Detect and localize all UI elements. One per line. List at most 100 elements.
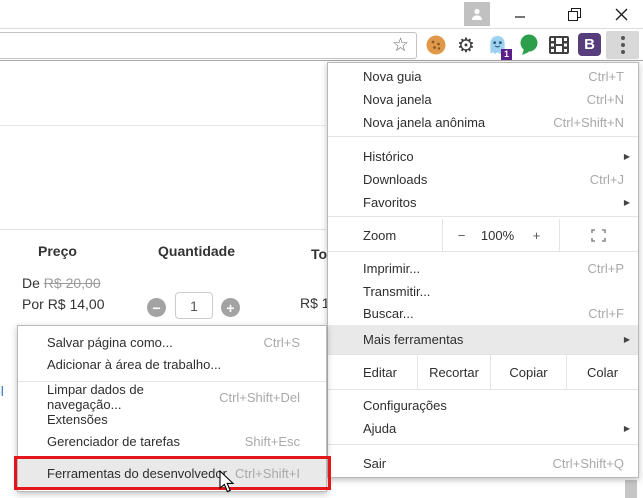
column-header-price: Preço	[38, 243, 77, 259]
menu-separator	[328, 136, 638, 137]
zoom-label: Zoom	[328, 219, 442, 251]
quantity-increase-button[interactable]: +	[221, 298, 240, 317]
menu-item-label: Nova janela	[363, 92, 432, 107]
cookie-icon	[425, 34, 447, 56]
column-header-total-truncated: To	[311, 246, 327, 262]
menu-shortcut: Ctrl+Shift+N	[553, 115, 624, 130]
cut-button[interactable]: Recortar	[418, 355, 491, 389]
price-old-prefix: De	[22, 275, 40, 291]
menu-dots-icon	[621, 43, 625, 47]
price-new-value: R$ 14,00	[48, 296, 105, 312]
total-price-fragment: R$ 1	[300, 295, 330, 311]
gear-extension-icon[interactable]: ⚙	[454, 33, 478, 57]
menu-item-label: Ajuda	[363, 421, 396, 436]
menu-item-label: Nova janela anônima	[363, 115, 485, 130]
page-scrollbar[interactable]	[625, 480, 637, 498]
menu-separator	[328, 444, 638, 445]
submenu-arrow-icon: ▶	[624, 198, 630, 207]
balloon-icon	[519, 34, 539, 56]
menu-item-nova-janela-anonima[interactable]: Nova janela anônima Ctrl+Shift+N	[328, 111, 638, 134]
menu-item-nova-janela[interactable]: Nova janela Ctrl+N	[328, 88, 638, 111]
person-icon	[470, 7, 484, 21]
ghost-extension-icon[interactable]: 1	[485, 33, 509, 57]
menu-shortcut: Ctrl+J	[590, 172, 624, 187]
link-text-fragment: ol	[0, 383, 4, 399]
menu-shortcut: Ctrl+T	[588, 69, 624, 84]
restore-icon	[568, 8, 581, 21]
paste-button[interactable]: Colar	[567, 355, 638, 389]
menu-item-nova-guia[interactable]: Nova guiaCtrl+T	[328, 65, 638, 88]
zoom-in-button[interactable]: +	[515, 219, 559, 251]
address-bar[interactable]: ☆	[0, 32, 417, 59]
close-button[interactable]	[604, 2, 638, 27]
menu-item-label: Imprimir...	[363, 261, 420, 276]
menu-shortcut: Shift+Esc	[245, 434, 300, 449]
film-strip-icon	[548, 35, 570, 55]
menu-separator	[328, 389, 638, 390]
menu-item-configuracoes[interactable]: Configurações	[328, 394, 638, 417]
cookie-extension-icon[interactable]	[424, 33, 448, 57]
fullscreen-icon	[591, 229, 606, 242]
menu-dots-icon	[621, 50, 625, 54]
menu-item-transmitir[interactable]: Transmitir...	[328, 280, 638, 303]
submenu-arrow-icon: ▶	[624, 424, 630, 433]
submenu-item-limpar-dados-navegacao[interactable]: Limpar dados de navegação...Ctrl+Shift+D…	[18, 386, 326, 408]
zoom-row: Zoom − 100% +	[328, 219, 638, 251]
bootstrap-extension-icon[interactable]: B	[578, 33, 601, 56]
divider	[0, 125, 326, 126]
menu-shortcut: Ctrl+F	[588, 306, 624, 321]
menu-shortcut: Ctrl+Shift+Del	[219, 390, 300, 405]
submenu-item-salvar-pagina-como[interactable]: Salvar página como... Ctrl+S	[18, 331, 326, 353]
quantity-input[interactable]	[175, 292, 213, 319]
menu-shortcut: Ctrl+Shift+Q	[552, 456, 624, 471]
product-price-old-line: De R$ 20,00	[22, 275, 101, 291]
menu-item-buscar[interactable]: Buscar... Ctrl+F	[328, 302, 638, 325]
profile-avatar-button[interactable]	[464, 2, 490, 26]
gear-icon: ⚙	[457, 33, 475, 58]
chrome-menu: Nova guiaCtrl+T Nova janela Ctrl+N Nova j…	[327, 62, 639, 478]
menu-item-label: Extensões	[47, 412, 108, 427]
mouse-cursor	[219, 470, 236, 494]
quantity-decrease-button[interactable]: −	[147, 298, 166, 317]
submenu-arrow-icon: ▶	[624, 152, 630, 161]
minimize-button[interactable]	[503, 2, 537, 27]
menu-item-ajuda[interactable]: Ajuda ▶	[328, 417, 638, 440]
browser-toolbar: ☆ ⚙ 1 B	[0, 30, 643, 61]
menu-item-label: Transmitir...	[363, 284, 430, 299]
menu-item-label: Sair	[363, 456, 386, 471]
menu-shortcut: Ctrl+N	[587, 92, 624, 107]
column-header-quantity: Quantidade	[158, 243, 235, 259]
price-new-prefix: Por	[22, 296, 44, 312]
zoom-out-button[interactable]: −	[443, 219, 481, 251]
submenu-arrow-icon: ▶	[624, 335, 630, 344]
green-balloon-extension-icon[interactable]	[517, 33, 541, 57]
menu-item-label: Adicionar à área de trabalho...	[47, 357, 221, 372]
copy-button[interactable]: Copiar	[491, 355, 567, 389]
fullscreen-button[interactable]	[560, 219, 639, 251]
bookmark-star-icon[interactable]: ☆	[392, 33, 409, 58]
annotation-highlight-box	[14, 456, 331, 490]
chrome-menu-button[interactable]	[606, 31, 639, 59]
menu-item-label: Configurações	[363, 398, 447, 413]
menu-item-downloads[interactable]: Downloads Ctrl+J	[328, 168, 638, 191]
menu-separator	[328, 216, 638, 217]
submenu-item-adicionar-area-trabalho[interactable]: Adicionar à área de trabalho...	[18, 353, 326, 375]
menu-item-label: Salvar página como...	[47, 335, 173, 350]
menu-item-imprimir[interactable]: Imprimir...Ctrl+P	[328, 257, 638, 280]
edit-row: Editar Recortar Copiar Colar	[328, 355, 638, 389]
menu-item-label: Buscar...	[363, 306, 414, 321]
bootstrap-letter: B	[584, 36, 595, 53]
menu-item-label: Downloads	[363, 172, 427, 187]
film-strip-extension-icon[interactable]	[547, 33, 571, 57]
product-price-new-line: Por R$ 14,00	[22, 296, 105, 312]
menu-item-mais-ferramentas[interactable]: Mais ferramentas▶	[328, 325, 638, 354]
zoom-level: 100%	[481, 219, 515, 251]
menu-shortcut: Ctrl+S	[264, 335, 300, 350]
submenu-item-extensoes[interactable]: Extensões	[18, 408, 326, 430]
menu-item-favoritos[interactable]: Favoritos▶	[328, 191, 638, 214]
submenu-item-gerenciador-tarefas[interactable]: Gerenciador de tarefasShift+Esc	[18, 430, 326, 452]
menu-item-sair[interactable]: Sair Ctrl+Shift+Q	[328, 451, 638, 475]
restore-button[interactable]	[557, 2, 591, 27]
title-bar	[0, 0, 643, 29]
menu-item-historico[interactable]: Histórico▶	[328, 145, 638, 168]
